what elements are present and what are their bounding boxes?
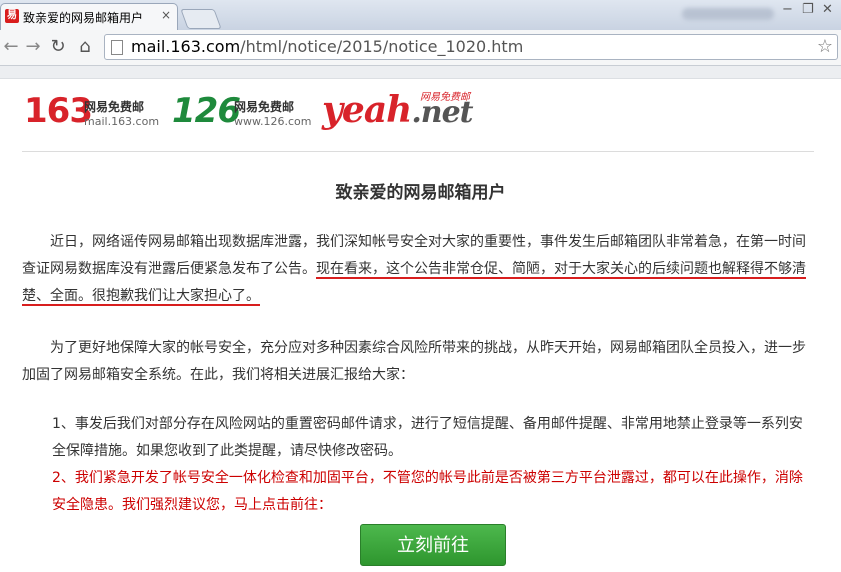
address-bar[interactable]: mail.163.com/html/notice/2015/notice_102… xyxy=(104,34,838,60)
logo-yeah-word: yeah xyxy=(322,89,412,131)
logo-yeah[interactable]: yeah.net 网易免费邮 xyxy=(322,89,474,131)
url-host: mail.163.com xyxy=(131,37,241,56)
reload-icon[interactable]: ↻ xyxy=(47,36,69,57)
minimize-icon[interactable]: − xyxy=(782,2,793,17)
page-top-strip xyxy=(0,66,841,79)
page-icon xyxy=(111,40,123,55)
logo-126[interactable]: 126 网易免费邮 www.126.com xyxy=(172,91,311,131)
restore-icon[interactable]: ❐ xyxy=(802,2,814,17)
logo-126-number: 126 xyxy=(172,91,241,131)
close-window-icon[interactable]: ✕ xyxy=(822,2,833,17)
notice-list: 1、事发后我们对部分存在风险网站的重置密码邮件请求，进行了短信提醒、备用邮件提醒… xyxy=(22,411,814,519)
paragraph-1: 近日，网络谣传网易邮箱出现数据库泄露，我们深知帐号安全对大家的重要性，事件发生后… xyxy=(22,229,814,310)
url-text: mail.163.com/html/notice/2015/notice_102… xyxy=(131,37,523,56)
tab-close-icon[interactable]: × xyxy=(161,8,171,22)
logo-163-number: 163 xyxy=(24,91,93,131)
new-tab-button[interactable] xyxy=(180,9,222,29)
bookmark-star-icon[interactable]: ☆ xyxy=(817,36,833,57)
browser-toolbar: ← → ↻ ⌂ mail.163.com/html/notice/2015/no… xyxy=(0,30,841,66)
logo-126-domain: www.126.com xyxy=(234,115,312,128)
logo-163-cn: 网易免费邮 xyxy=(84,100,145,114)
logo-163[interactable]: 163 网易免费邮 mail.163.com xyxy=(24,91,159,131)
list-item-2: 2、我们紧急开发了帐号安全一体化检查和加固平台，不管您的帐号此前是否被第三方平台… xyxy=(52,470,803,513)
browser-tab[interactable]: 易 致亲爱的网易邮箱用户 × xyxy=(0,3,178,30)
paragraph-2-text: 为了更好地保障大家的帐号安全，充分应对多种因素综合风险所带来的挑战，从昨天开始，… xyxy=(22,340,806,383)
browser-tab-bar: 易 致亲爱的网易邮箱用户 × − ❐ ✕ xyxy=(0,0,841,30)
home-icon[interactable]: ⌂ xyxy=(74,36,96,57)
tab-title: 致亲爱的网易邮箱用户 xyxy=(23,11,144,25)
page-title: 致亲爱的网易邮箱用户 xyxy=(335,183,506,203)
logo-yeah-cn: 网易免费邮 xyxy=(420,92,470,103)
logo-126-cn: 网易免费邮 xyxy=(234,100,295,114)
logo-bar: 163 网易免费邮 mail.163.com 126 网易免费邮 www.126… xyxy=(24,89,824,134)
profile-area xyxy=(682,8,774,20)
forward-arrow-icon[interactable]: → xyxy=(22,36,44,57)
go-now-button[interactable]: 立刻前往 xyxy=(360,524,506,566)
paragraph-2: 为了更好地保障大家的帐号安全，充分应对多种因素综合风险所带来的挑战，从昨天开始，… xyxy=(22,335,814,389)
header-divider xyxy=(22,151,814,152)
logo-163-domain: mail.163.com xyxy=(84,115,160,128)
list-item-1: 1、事发后我们对部分存在风险网站的重置密码邮件请求，进行了短信提醒、备用邮件提醒… xyxy=(52,416,803,459)
back-arrow-icon[interactable]: ← xyxy=(0,36,22,57)
netease-favicon-icon: 易 xyxy=(5,9,19,23)
url-path: /html/notice/2015/notice_1020.htm xyxy=(240,37,524,56)
